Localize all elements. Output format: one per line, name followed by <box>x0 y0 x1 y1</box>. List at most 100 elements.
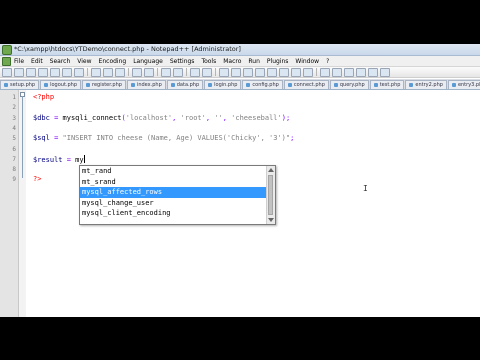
tab-document[interactable]: entry3.php <box>447 80 480 89</box>
menu-item-[interactable]: ? <box>326 58 329 65</box>
text-caret <box>83 154 85 163</box>
text-cursor-icon: I <box>363 184 368 193</box>
sync-vertical-icon[interactable] <box>219 67 229 77</box>
save-icon[interactable] <box>26 67 36 77</box>
undo-icon[interactable] <box>132 67 142 77</box>
menu-item-plugins[interactable]: Plugins <box>267 58 289 65</box>
document-icon <box>2 56 11 66</box>
menu-item-edit[interactable]: Edit <box>31 58 43 65</box>
code-text[interactable]: ?> <box>33 175 41 183</box>
line-number: 9 <box>12 176 16 184</box>
menu-item-run[interactable]: Run <box>248 58 260 65</box>
menu-item-tools[interactable]: Tools <box>201 58 216 65</box>
autocomplete-item[interactable]: mysql_client_encoding <box>80 208 266 219</box>
window-title: *C:\xampp\htdocs\YTDemo\connect.php - No… <box>14 45 241 53</box>
paste-icon[interactable] <box>115 67 125 77</box>
code-token: my <box>75 155 84 164</box>
tab-document[interactable]: query.php <box>329 80 369 89</box>
tab-document[interactable]: logout.php <box>40 80 82 89</box>
code-text[interactable]: $dbc = mysqli_connect('localhost', 'root… <box>33 114 290 122</box>
line-number: 4 <box>12 124 16 132</box>
play-macro-icon[interactable] <box>344 67 354 77</box>
tab-document[interactable]: data.php <box>166 80 204 89</box>
record-macro-icon[interactable] <box>320 67 330 77</box>
code-line[interactable]: 4 <box>0 123 480 133</box>
menu-item-language[interactable]: Language <box>133 58 163 65</box>
code-token: '' <box>214 113 223 122</box>
toolbar-divider <box>128 68 129 76</box>
code-line[interactable]: 5 $sql = "INSERT INTO cheese (Name, Age) … <box>0 133 480 143</box>
indent-guide-icon[interactable] <box>267 67 277 77</box>
redo-icon[interactable] <box>144 67 154 77</box>
file-icon <box>373 83 378 87</box>
code-text[interactable]: $sql = "INSERT INTO cheese (Name, Age) V… <box>33 134 294 142</box>
new-file-icon[interactable] <box>2 67 12 77</box>
function-list-icon[interactable] <box>303 67 313 77</box>
save-all-icon[interactable] <box>38 67 48 77</box>
file-icon <box>333 83 338 87</box>
menu-item-search[interactable]: Search <box>50 58 71 65</box>
scroll-down-icon[interactable] <box>268 218 274 222</box>
code-line[interactable]: 7 $result = my <box>0 154 480 164</box>
menu-bar: File Edit Search View Encoding Language Settin… <box>0 56 480 67</box>
cut-icon[interactable] <box>91 67 101 77</box>
menu-item-view[interactable]: View <box>77 58 91 65</box>
code-token: , <box>172 113 181 122</box>
tab-document[interactable]: login.php <box>204 80 242 89</box>
tab-label: query.php <box>339 82 365 88</box>
stop-macro-icon[interactable] <box>332 67 342 77</box>
open-file-icon[interactable] <box>14 67 24 77</box>
menu-item-window[interactable]: Window <box>295 58 319 65</box>
save-macro-icon[interactable] <box>368 67 378 77</box>
zoom-out-icon[interactable] <box>202 67 212 77</box>
tab-document[interactable]: connect.php <box>283 80 329 89</box>
autocomplete-item[interactable]: mysql_affected_rows <box>80 187 266 198</box>
tab-document[interactable]: test.php <box>369 80 405 89</box>
menu-item-file[interactable]: File <box>14 58 24 65</box>
tab-document[interactable]: entry2.php <box>405 80 447 89</box>
copy-icon[interactable] <box>103 67 113 77</box>
tab-document[interactable]: index.php <box>126 80 166 89</box>
menu-item-macro[interactable]: Macro <box>223 58 241 65</box>
file-icon <box>409 83 414 87</box>
tab-label: setup.php <box>10 82 36 88</box>
menu-item-encoding[interactable]: Encoding <box>99 58 127 65</box>
scroll-thumb[interactable] <box>268 175 273 215</box>
line-number: 5 <box>12 135 16 143</box>
autocomplete-item[interactable]: mt_rand <box>80 166 266 177</box>
code-line[interactable]: 1 <?php <box>0 92 480 102</box>
doc-map-icon[interactable] <box>291 67 301 77</box>
file-icon <box>4 83 8 87</box>
code-line[interactable]: 6 <box>0 144 480 154</box>
autocomplete-popup[interactable]: mt_rand mt_srand mysql_affected_rows mysql_… <box>79 165 276 225</box>
word-wrap-icon[interactable] <box>243 67 253 77</box>
menu-item-settings[interactable]: Settings <box>170 58 195 65</box>
run-macro-multiple-icon[interactable] <box>356 67 366 77</box>
tab-document[interactable]: setup.php <box>0 80 40 89</box>
code-text[interactable]: <?php <box>33 93 54 101</box>
code-text[interactable]: $result = my <box>33 154 85 164</box>
find-icon[interactable] <box>161 67 171 77</box>
code-line[interactable]: 2 <box>0 102 480 112</box>
tab-document[interactable]: config.php <box>242 80 283 89</box>
autocomplete-item[interactable]: mt_srand <box>80 177 266 188</box>
code-token: ?> <box>33 175 42 184</box>
scroll-up-icon[interactable] <box>268 168 274 172</box>
print-icon[interactable] <box>74 67 84 77</box>
line-number: 8 <box>12 166 16 174</box>
code-token: "INSERT INTO cheese (Name, Age) VALUES('… <box>62 134 291 143</box>
replace-icon[interactable] <box>173 67 183 77</box>
close-icon[interactable] <box>50 67 60 77</box>
autocomplete-item[interactable]: mysql_change_user <box>80 198 266 209</box>
language-icon[interactable] <box>279 67 289 77</box>
autocomplete-scrollbar[interactable] <box>266 166 275 224</box>
toolbar <box>0 67 480 78</box>
zoom-in-icon[interactable] <box>190 67 200 77</box>
tab-document[interactable]: register.php <box>82 80 126 89</box>
code-line[interactable]: 3 $dbc = mysqli_connect('localhost', 'roo… <box>0 113 480 123</box>
spellcheck-icon[interactable] <box>380 67 390 77</box>
show-all-chars-icon[interactable] <box>255 67 265 77</box>
sync-horizontal-icon[interactable] <box>231 67 241 77</box>
close-all-icon[interactable] <box>62 67 72 77</box>
autocomplete-list[interactable]: mt_rand mt_srand mysql_affected_rows mysql_… <box>80 166 275 219</box>
